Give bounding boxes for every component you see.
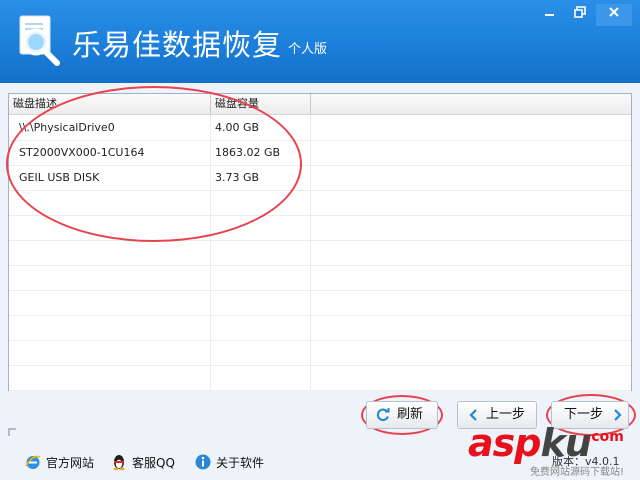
close-button[interactable] — [596, 4, 632, 26]
disk-capacity-cell — [211, 240, 311, 265]
column-header-description[interactable]: 磁盘描述 — [9, 94, 211, 114]
resize-grip[interactable] — [8, 428, 16, 436]
refresh-button[interactable]: 刷新 — [366, 401, 438, 429]
disk-capacity-cell — [211, 190, 311, 215]
table-row[interactable] — [9, 215, 631, 241]
disk-table[interactable]: 磁盘描述 磁盘容量 \\.\PhysicalDrive0 4.00 GB ST200… — [8, 93, 632, 391]
app-edition: 个人版 — [288, 42, 328, 57]
disk-capacity-cell: 4.00 GB — [211, 115, 311, 140]
disk-capacity-cell: 3.73 GB — [211, 165, 311, 190]
table-row[interactable] — [9, 365, 631, 391]
disk-description-cell — [9, 340, 211, 365]
refresh-icon — [376, 408, 390, 421]
disk-description-cell — [9, 240, 211, 265]
table-row[interactable] — [9, 190, 631, 216]
refresh-label: 刷新 — [397, 407, 424, 422]
footer-bar: 官方网站 客服QQ 关于软件 版本：v4.0.1 — [0, 439, 640, 480]
disk-capacity-cell — [211, 365, 311, 390]
table-row[interactable] — [9, 240, 631, 266]
disk-description-cell: GEIL USB DISK — [9, 165, 211, 190]
previous-step-label: 上一步 — [486, 407, 526, 422]
table-row[interactable]: GEIL USB DISK 3.73 GB — [9, 165, 631, 191]
disk-description-cell: \\.\PhysicalDrive0 — [9, 115, 211, 140]
minimize-button[interactable] — [536, 4, 564, 26]
next-step-button[interactable]: 下一步 — [551, 401, 629, 429]
chevron-right-icon — [614, 409, 622, 421]
table-row[interactable] — [9, 265, 631, 291]
disk-description-cell — [9, 290, 211, 315]
internet-explorer-icon — [25, 455, 41, 469]
disk-capacity-cell — [211, 315, 311, 340]
disk-capacity-cell: 1863.02 GB — [211, 140, 311, 165]
column-header-capacity[interactable]: 磁盘容量 — [211, 94, 311, 114]
close-icon — [609, 7, 619, 17]
official-website-label: 官方网站 — [46, 456, 95, 470]
qq-penguin-icon — [113, 455, 125, 471]
disk-description-cell — [9, 190, 211, 215]
restore-icon — [574, 6, 586, 18]
info-icon — [195, 454, 211, 470]
minimize-icon — [545, 14, 554, 16]
disk-description-cell: ST2000VX000-1CU164 — [9, 140, 211, 165]
chevron-left-icon — [469, 409, 477, 421]
title-bar: 乐易佳数据恢复 个人版 — [0, 0, 640, 83]
restore-button[interactable] — [566, 4, 594, 26]
disk-description-cell — [9, 315, 211, 340]
disk-capacity-cell — [211, 265, 311, 290]
about-software-label: 关于软件 — [216, 456, 265, 470]
version-label: 版本：v4.0.1 — [552, 455, 620, 468]
disk-description-cell — [9, 265, 211, 290]
table-row[interactable] — [9, 315, 631, 341]
disk-description-cell — [9, 215, 211, 240]
table-row[interactable] — [9, 290, 631, 316]
disk-capacity-cell — [211, 290, 311, 315]
next-step-label: 下一步 — [564, 407, 604, 422]
app-title: 乐易佳数据恢复 — [72, 28, 283, 62]
previous-step-button[interactable]: 上一步 — [457, 401, 537, 429]
table-row[interactable]: \\.\PhysicalDrive0 4.00 GB — [9, 115, 631, 141]
disk-capacity-cell — [211, 215, 311, 240]
support-qq-label: 客服QQ — [132, 456, 175, 470]
disk-capacity-cell — [211, 340, 311, 365]
table-header: 磁盘描述 磁盘容量 — [9, 94, 631, 115]
magnifier-logo-icon — [19, 15, 60, 66]
table-row[interactable] — [9, 340, 631, 366]
disk-description-cell — [9, 365, 211, 390]
table-row[interactable]: ST2000VX000-1CU164 1863.02 GB — [9, 140, 631, 166]
